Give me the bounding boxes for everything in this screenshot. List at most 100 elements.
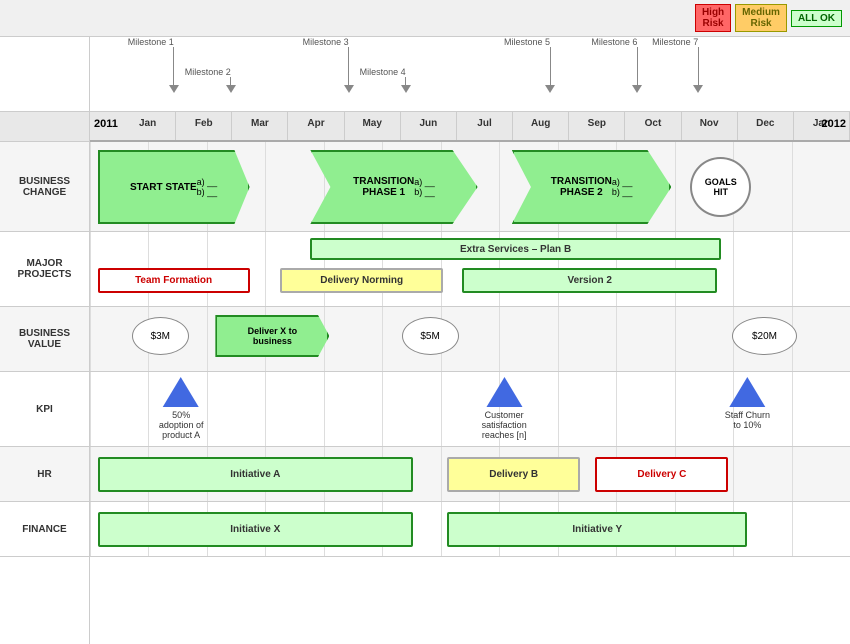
project-bar: Extra Services – Plan B xyxy=(310,238,720,260)
header: HighRisk MediumRisk ALL OK xyxy=(0,0,850,37)
grid-line xyxy=(675,142,676,231)
row-labels: BUSINESSCHANGE MAJORPROJECTS BUSINESSVAL… xyxy=(0,37,90,644)
milestone-marker: Milestone 4 xyxy=(383,67,429,93)
transition-phase-2-arrow: TRANSITIONPHASE 2a) __b) __ xyxy=(512,150,672,224)
month-Nov-10: Nov xyxy=(682,112,738,140)
month-Apr-3: Apr xyxy=(288,112,344,140)
label-milestone xyxy=(0,37,89,112)
grid-line xyxy=(792,372,793,446)
grid-line xyxy=(90,502,91,556)
milestone-label: Milestone 4 xyxy=(360,67,406,77)
milestone-label: Milestone 6 xyxy=(591,37,637,47)
kpi-triangle xyxy=(163,377,199,407)
grid-line xyxy=(324,372,325,446)
hr-row: Initiative ADelivery BDelivery C xyxy=(90,447,850,502)
goals-hit-oval: GOALSHIT xyxy=(690,157,751,217)
grid-line xyxy=(792,502,793,556)
label-finance: FINANCE xyxy=(0,502,89,557)
label-major-projects: MAJORPROJECTS xyxy=(0,232,89,307)
grid-line xyxy=(265,142,266,231)
milestones-row: Milestone 1Milestone 2Milestone 3Milesto… xyxy=(90,37,850,112)
year-2011: 2011 xyxy=(90,112,122,136)
grid-line xyxy=(616,307,617,371)
all-ok-legend: ALL OK xyxy=(791,10,842,27)
grid-line xyxy=(207,372,208,446)
grid-line xyxy=(675,372,676,446)
grid-area: Milestone 1Milestone 2Milestone 3Milesto… xyxy=(90,37,850,644)
grid-line xyxy=(265,232,266,306)
month-Jan-0: Jan xyxy=(120,112,176,140)
milestone-marker: Milestone 5 xyxy=(527,37,573,93)
label-hr: HR xyxy=(0,447,89,502)
grid-line xyxy=(90,307,91,371)
milestone-label: Milestone 5 xyxy=(504,37,550,47)
business-value-row: $3MDeliver X tobusiness$5M$20M xyxy=(90,307,850,372)
milestone-marker: Milestone 3 xyxy=(326,37,372,93)
kpi-row: 50% adoption of product A Customer satisf… xyxy=(90,372,850,447)
milestone-label: Milestone 2 xyxy=(185,67,231,77)
business-change-row: START STATEa) __b) __ TRANSITIONPHASE 1a)… xyxy=(90,142,850,232)
hr-bar: Initiative A xyxy=(98,457,413,492)
grid-line xyxy=(499,142,500,231)
milestone-label: Milestone 7 xyxy=(652,37,698,47)
high-risk-legend: HighRisk xyxy=(695,4,731,32)
finance-row: Initiative X Initiative Y xyxy=(90,502,850,557)
project-bar: Team Formation xyxy=(98,268,250,293)
month-Oct-9: Oct xyxy=(625,112,681,140)
project-bar: Delivery Norming xyxy=(280,268,443,293)
transition-phase-1-arrow: TRANSITIONPHASE 1a) __b) __ xyxy=(310,150,477,224)
grid-line xyxy=(558,307,559,371)
medium-risk-legend: MediumRisk xyxy=(735,4,787,32)
finance-bar: Initiative Y xyxy=(447,512,747,547)
month-Jul-6: Jul xyxy=(457,112,513,140)
grid-line xyxy=(265,372,266,446)
month-Feb-1: Feb xyxy=(176,112,232,140)
start-state-arrow: START STATEa) __b) __ xyxy=(98,150,250,224)
main-container: HighRisk MediumRisk ALL OK BUSINESSCHANG… xyxy=(0,0,850,643)
kpi-item: Staff Churn to 10% xyxy=(725,377,770,430)
milestone-marker: Milestone 7 xyxy=(675,37,721,93)
grid-line xyxy=(207,307,208,371)
grid-line xyxy=(733,232,734,306)
milestone-marker: Milestone 2 xyxy=(208,67,254,93)
grid-line xyxy=(441,502,442,556)
grid-line xyxy=(382,307,383,371)
month-Aug-7: Aug xyxy=(513,112,569,140)
kpi-triangle xyxy=(729,377,765,407)
major-projects-row: Extra Services – Plan B Team Formation Del… xyxy=(90,232,850,307)
month-May-4: May xyxy=(345,112,401,140)
value-20m-oval: $20M xyxy=(732,317,797,355)
milestone-label: Milestone 1 xyxy=(128,37,174,47)
grid-line xyxy=(792,447,793,501)
grid-line xyxy=(441,447,442,501)
kpi-triangle xyxy=(486,377,522,407)
kpi-item: Customer satisfaction reaches [n] xyxy=(482,377,527,440)
milestone-marker: Milestone 1 xyxy=(151,37,197,93)
month-Mar-2: Mar xyxy=(232,112,288,140)
month-Dec-11: Dec xyxy=(738,112,794,140)
kpi-label: Customer satisfaction reaches [n] xyxy=(482,410,527,440)
label-kpi: KPI xyxy=(0,372,89,447)
grid-line xyxy=(792,142,793,231)
grid-line xyxy=(792,232,793,306)
label-business-value: BUSINESSVALUE xyxy=(0,307,89,372)
project-bar: Version 2 xyxy=(462,268,717,293)
grid-line xyxy=(733,447,734,501)
month-Jun-5: Jun xyxy=(401,112,457,140)
value-5m-oval: $5M xyxy=(402,317,459,355)
grid-line xyxy=(148,372,149,446)
label-timeline xyxy=(0,112,89,142)
timeline-header: 2011 JanFebMarAprMayJunJulAugSepOctNovDe… xyxy=(90,112,850,142)
grid-line xyxy=(499,307,500,371)
value-3m-oval: $3M xyxy=(132,317,189,355)
grid-line xyxy=(382,372,383,446)
finance-bar: Initiative X xyxy=(98,512,413,547)
kpi-label: 50% adoption of product A xyxy=(159,410,204,440)
grid-line xyxy=(90,372,91,446)
kpi-label: Staff Churn to 10% xyxy=(725,410,770,430)
roadmap-body: BUSINESSCHANGE MAJORPROJECTS BUSINESSVAL… xyxy=(0,37,850,644)
grid-line xyxy=(616,372,617,446)
grid-line xyxy=(558,372,559,446)
grid-line xyxy=(90,232,91,306)
milestone-label: Milestone 3 xyxy=(303,37,349,47)
